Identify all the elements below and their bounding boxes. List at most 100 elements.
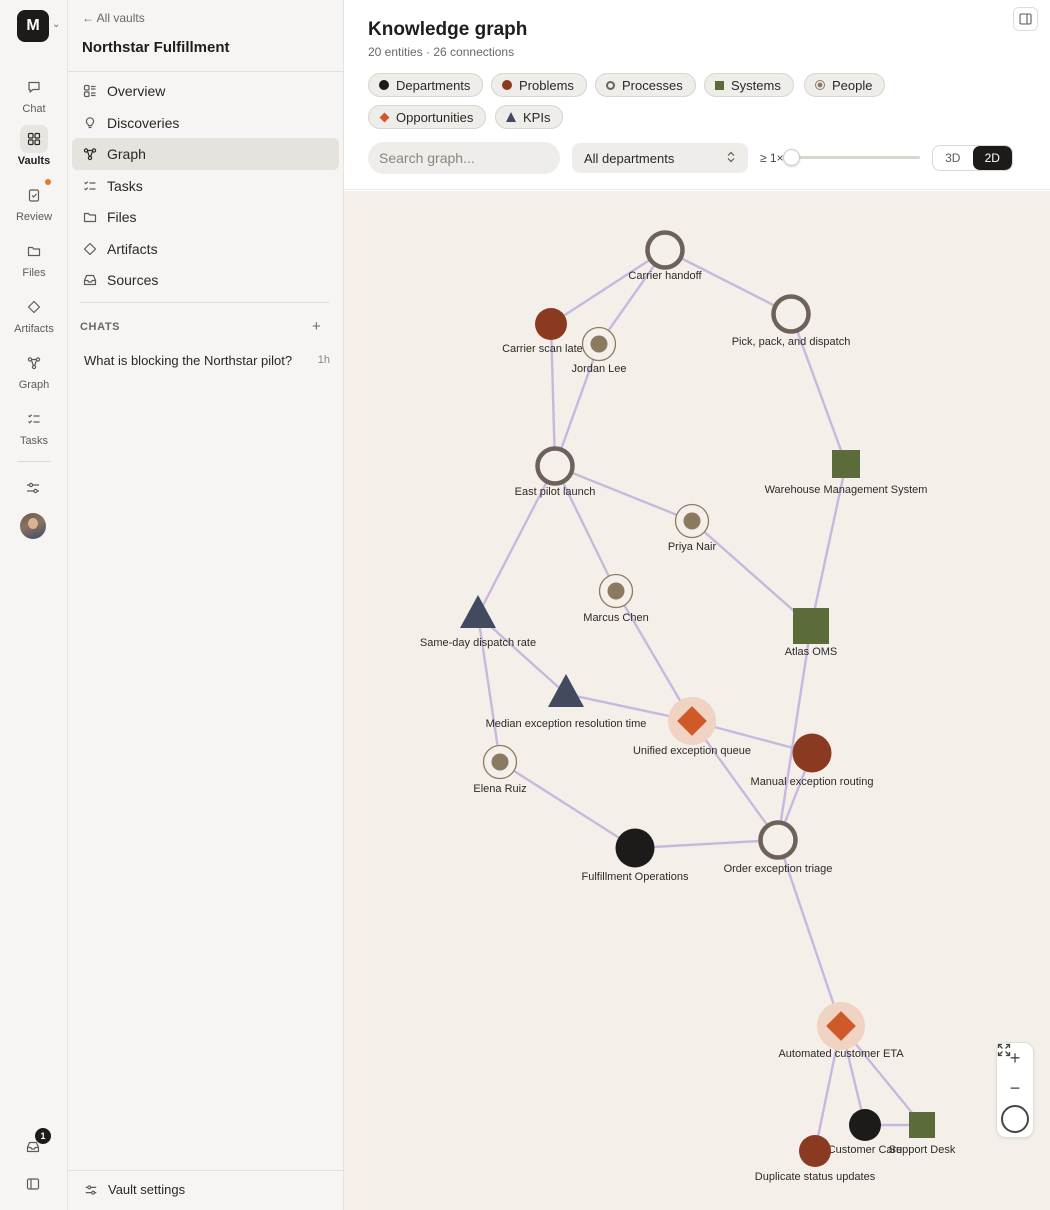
graph-node-median[interactable]: Median exception resolution time [486,674,647,730]
node-label: Carrier handoff [628,270,702,282]
department-select-value: All departments [584,150,675,166]
sidebar-divider [68,71,344,72]
circle-swatch-icon [379,80,389,90]
weight-slider-track[interactable] [791,156,920,159]
graph-node-wms[interactable]: Warehouse Management System [765,450,928,496]
node-label: Jordan Lee [571,363,626,375]
chevron-updown-icon [726,151,736,166]
graph-node-triage[interactable]: Order exception triage [724,820,833,876]
rail-item-label: Tasks [19,435,49,447]
sliders-icon[interactable] [25,480,41,501]
sidebar-item-files[interactable]: Files [72,201,339,233]
zoom-out-button[interactable]: − [997,1073,1033,1103]
graph-node-carrier-handoff[interactable]: Carrier handoff [628,230,703,283]
problem-node-shape [535,308,567,340]
graph-node-fulfillment[interactable]: Fulfillment Operations [582,828,689,884]
sliders-icon [84,1183,98,1197]
sidebar-item-artifacts[interactable]: Artifacts [72,233,339,265]
process-node-shape [535,446,575,486]
graph-node-pick-pack[interactable]: Pick, pack, and dispatch [732,294,851,349]
view-2d-button[interactable]: 2D [972,146,1012,170]
filter-chip-departments[interactable]: Departments [368,73,484,97]
system-node-shape [909,1112,935,1138]
filter-chip-kpis[interactable]: KPIs [495,105,564,129]
node-label: Order exception triage [724,863,833,875]
rail-item-files[interactable]: Files [0,237,68,279]
sidebar-item-discoveries[interactable]: Discoveries [72,107,339,139]
rail-item-chat[interactable]: Chat [0,73,68,115]
problem-node-shape [792,733,832,773]
add-chat-button[interactable]: + [312,318,321,335]
graph-node-same-day[interactable]: Same-day dispatch rate [420,595,536,649]
graph-edge [553,464,618,593]
tasks-icon [20,405,48,433]
sidebar-item-label: Graph [107,146,146,162]
chat-list-item[interactable]: What is blocking the Northstar pilot? 1h [84,353,330,368]
node-label: Marcus Chen [583,612,648,624]
graph-node-priya[interactable]: Priya Nair [668,503,717,554]
graph-icon [82,146,98,162]
panel-toggle-icon[interactable] [1013,7,1038,31]
chevron-down-icon[interactable]: ⌄ [52,19,60,30]
back-to-vaults-link[interactable]: ← All vaults [82,11,145,25]
filter-chip-problems[interactable]: Problems [491,73,587,97]
sidebar-item-graph[interactable]: Graph [72,138,339,170]
graph-node-marcus[interactable]: Marcus Chen [583,573,649,625]
weight-slider-thumb[interactable] [783,149,800,166]
rail-item-label: Graph [18,379,50,391]
sidebar-item-label: Sources [107,272,159,288]
chats-heading: CHATS [80,321,121,333]
graph-node-atlas[interactable]: Atlas OMS [785,608,838,658]
graph-search-input[interactable] [368,142,560,174]
filter-chip-label: Departments [396,77,471,93]
filter-chip-label: Processes [622,77,683,93]
filter-chip-systems[interactable]: Systems [704,73,794,97]
node-label: Pick, pack, and dispatch [732,336,851,348]
graph-node-unified[interactable]: Unified exception queue [633,697,751,757]
expand-icon [997,1043,1011,1057]
graph-node-support-desk[interactable]: Support Desk [889,1112,956,1156]
node-label: Duplicate status updates [755,1171,876,1183]
fit-view-button[interactable] [997,1043,1029,1133]
graph-node-east-pilot[interactable]: East pilot launch [515,446,596,499]
rail-item-artifacts[interactable]: Artifacts [0,293,68,335]
node-label: Same-day dispatch rate [420,637,536,649]
sidebar-item-tasks[interactable]: Tasks [72,170,339,202]
chat-icon [20,73,48,101]
kpi-node-shape [548,674,584,707]
sidebar-item-label: Overview [107,83,166,99]
department-select[interactable]: All departments [572,143,748,173]
sidebar-item-overview[interactable]: Overview [72,75,339,107]
filter-chip-opportunities[interactable]: Opportunities [368,105,487,129]
graph-node-auto-eta[interactable]: Automated customer ETA [778,1002,904,1060]
graph-edge [663,248,793,316]
graph-node-elena[interactable]: Elena Ruiz [473,744,527,796]
overview-icon [82,83,98,99]
view-3d-button[interactable]: 3D [933,146,973,170]
vault-settings-button[interactable]: Vault settings [84,1182,185,1197]
tasks-icon [82,178,98,194]
kpi-node-shape [460,595,496,628]
graph-node-dup-status[interactable]: Duplicate status updates [755,1135,876,1183]
sidebar-item-sources[interactable]: Sources [72,264,339,296]
rail-item-graph[interactable]: Graph [0,349,68,391]
node-label: Priya Nair [668,541,717,553]
problem-node-shape [799,1135,831,1167]
sidebar-toggle-icon[interactable] [26,1177,40,1196]
filter-chip-processes[interactable]: Processes [595,73,696,97]
sidebar-item-label: Files [107,209,137,225]
square-swatch-icon [715,80,724,90]
graph-view: Knowledge graph 20 entities · 26 connect… [344,0,1050,1210]
graph-canvas[interactable]: Carrier handoff Carrier scan latency Jorda… [344,191,1050,1210]
ring-swatch-icon [606,80,615,90]
workspace-switcher[interactable]: M [17,10,49,42]
process-node-shape [771,294,811,334]
rail-item-tasks[interactable]: Tasks [0,405,68,447]
node-label: Atlas OMS [785,646,838,658]
rail-item-vaults[interactable]: Vaults [0,125,68,167]
graph-svg: Carrier handoffCarrier scan latencyJorda… [420,230,956,1183]
avatar[interactable] [20,513,46,539]
rail-item-review[interactable]: Review [0,181,68,223]
page-title: Knowledge graph [368,19,528,40]
filter-chip-people[interactable]: People [804,73,886,97]
